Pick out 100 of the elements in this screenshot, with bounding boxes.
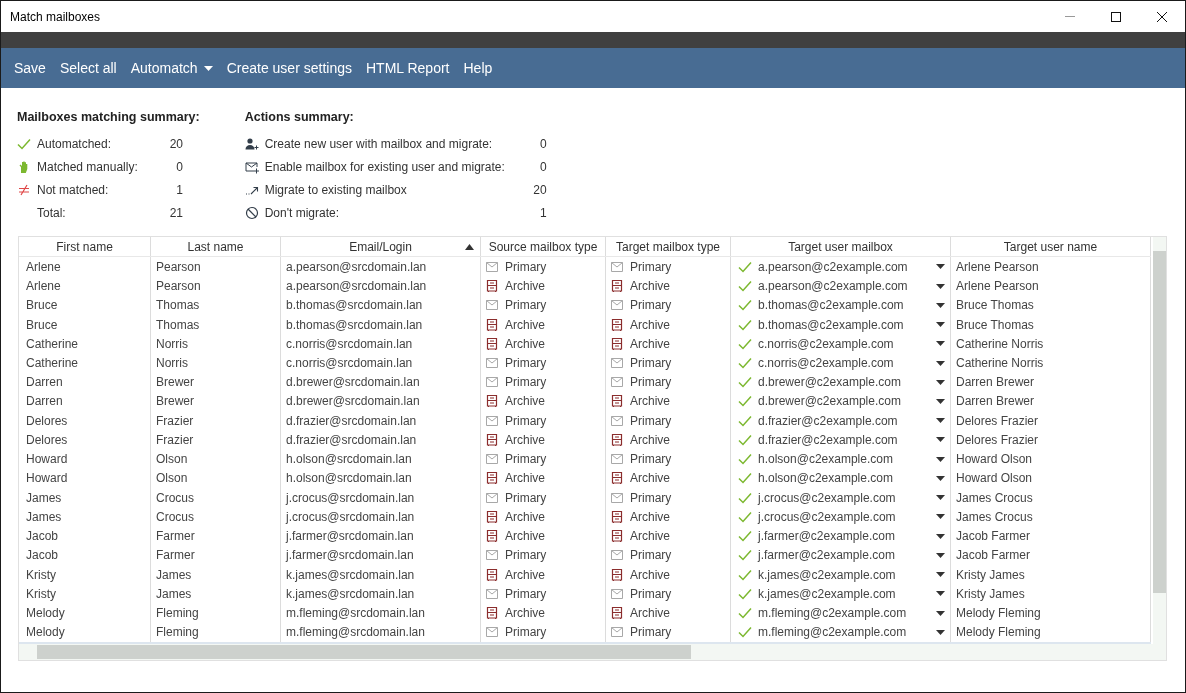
table-cell: Delores Frazier [951,411,1151,431]
mailbox-type: Archive [505,278,545,296]
table-cell: Brewer [151,391,281,412]
table-cell: Arlene [19,257,151,277]
target-mailbox: j.farmer@c2example.com [758,528,896,546]
dropdown-caret-icon[interactable] [936,572,945,578]
toolbar-button[interactable]: Save [7,52,53,84]
table-cell: j.farmer@srcdomain.lan [281,526,481,546]
dropdown-caret-icon[interactable] [936,379,945,385]
dropdown-caret-icon[interactable] [936,283,945,289]
table-cell: c.norris@srcdomain.lan [281,334,481,354]
dropdown-caret-icon[interactable] [936,341,945,347]
column-header[interactable]: Target mailbox type [606,237,731,257]
table-cell: Delores [19,411,151,431]
table-cell: Kristy James [951,565,1151,585]
dropdown-caret-icon[interactable] [936,629,945,635]
target-mailbox: c.norris@c2example.com [758,335,895,353]
table-cell: Frazier [151,430,281,450]
archive-icon [486,510,498,523]
mailbox-type: Archive [630,278,670,296]
mailbox-type: Primary [505,355,547,372]
archive-icon [611,280,623,293]
envelope-icon [486,415,498,426]
table-cell: Jacob [19,526,151,546]
mailbox-type: Primary [630,297,672,315]
target-mailbox: d.brewer@c2example.com [758,393,902,411]
toolbar-button[interactable]: Create user settings [219,52,359,84]
dropdown-caret-icon[interactable] [936,610,945,616]
mailbox-type: Archive [505,508,545,526]
envelope-icon [486,627,498,638]
dropdown-caret-icon[interactable] [936,514,945,520]
target-mailbox: d.frazier@c2example.com [758,412,899,430]
target-mailbox: k.james@c2example.com [758,566,897,584]
dropdown-caret-icon[interactable] [936,552,945,558]
column-header[interactable]: Last name [151,237,281,257]
table-cell: Darren Brewer [951,391,1151,412]
archive-icon [486,568,498,581]
column-header[interactable]: First name [19,237,151,257]
mailbox-type: Primary [505,374,547,392]
dropdown-caret-icon[interactable] [936,533,945,539]
table-cell: Catherine [19,353,151,373]
table-cell: b.thomas@srcdomain.lan [281,295,481,315]
mailbox-type: Primary [505,489,547,507]
archive-icon [486,280,498,293]
column-header[interactable]: Target user name [951,237,1151,257]
minimize-icon [1065,16,1075,17]
table-cell: Arlene Pearson [951,257,1151,277]
table-cell: Delores [19,430,151,450]
dropdown-caret-icon[interactable] [936,456,945,462]
column-header[interactable]: Email/Login [281,237,481,257]
target-mailbox: b.thomas@c2example.com [758,316,905,334]
table-cell: Kristy [19,584,151,604]
dropdown-caret-icon[interactable] [936,322,945,328]
dropdown-caret-icon[interactable] [936,418,945,424]
summary-label: Enable mailbox for existing user and migrate: [264,159,506,177]
column-header[interactable]: Source mailbox type [481,237,606,257]
horizontal-scrollbar[interactable] [19,644,1166,660]
envelope-icon [486,300,498,311]
toolbar-button[interactable]: Help [456,52,500,84]
dropdown-caret-icon[interactable] [936,302,945,308]
table-cell: m.fleming@srcdomain.lan [281,603,481,623]
dropdown-caret-icon[interactable] [936,591,945,597]
mailbox-type: Primary [505,585,547,603]
dropdown-caret-icon[interactable] [936,495,945,501]
table-cell: Catherine Norris [951,353,1151,373]
mailbox-type: Primary [505,624,547,642]
column-header[interactable]: Target user mailbox [731,237,951,257]
table-cell: Thomas [151,295,281,315]
mailbox-type: Archive [505,528,545,546]
mailbox-type: Primary [630,489,672,507]
summary-count: 0 [539,136,547,154]
envelope-icon [611,550,623,561]
toolbar-button[interactable]: Select all [52,52,124,84]
archive-icon [486,472,498,485]
vertical-scrollbar[interactable] [1153,237,1166,644]
dropdown-caret-icon[interactable] [936,475,945,481]
summary-count: 20 [168,136,183,154]
table-cell: James Crocus [951,507,1151,527]
dropdown-caret-icon[interactable] [936,437,945,443]
summary-label: Don't migrate: [264,205,341,223]
table-cell: Bruce Thomas [951,314,1151,335]
dropdown-caret-icon[interactable] [936,360,945,366]
envelope-icon [611,415,623,426]
table-cell: Fleming [151,622,281,642]
target-mailbox: h.olson@c2example.com [758,451,894,469]
target-mailbox: c.norris@c2example.com [758,355,895,372]
dropdown-caret-icon[interactable] [936,399,945,404]
add-user-icon [244,137,259,152]
dropdown-menu-button[interactable]: Automatch [123,52,220,84]
table-cell: Arlene Pearson [951,276,1151,296]
archive-icon [611,530,623,543]
envelope-icon [486,454,498,465]
table-cell: a.pearson@srcdomain.lan [281,257,481,277]
table-cell: Norris [151,334,281,354]
toolbar-button[interactable]: HTML Report [358,52,457,84]
target-mailbox: j.farmer@c2example.com [758,547,896,565]
mailbox-type: Archive [630,316,670,334]
archive-icon [611,318,623,331]
mailbox-type: Primary [630,374,672,392]
dropdown-caret-icon[interactable] [936,264,945,270]
